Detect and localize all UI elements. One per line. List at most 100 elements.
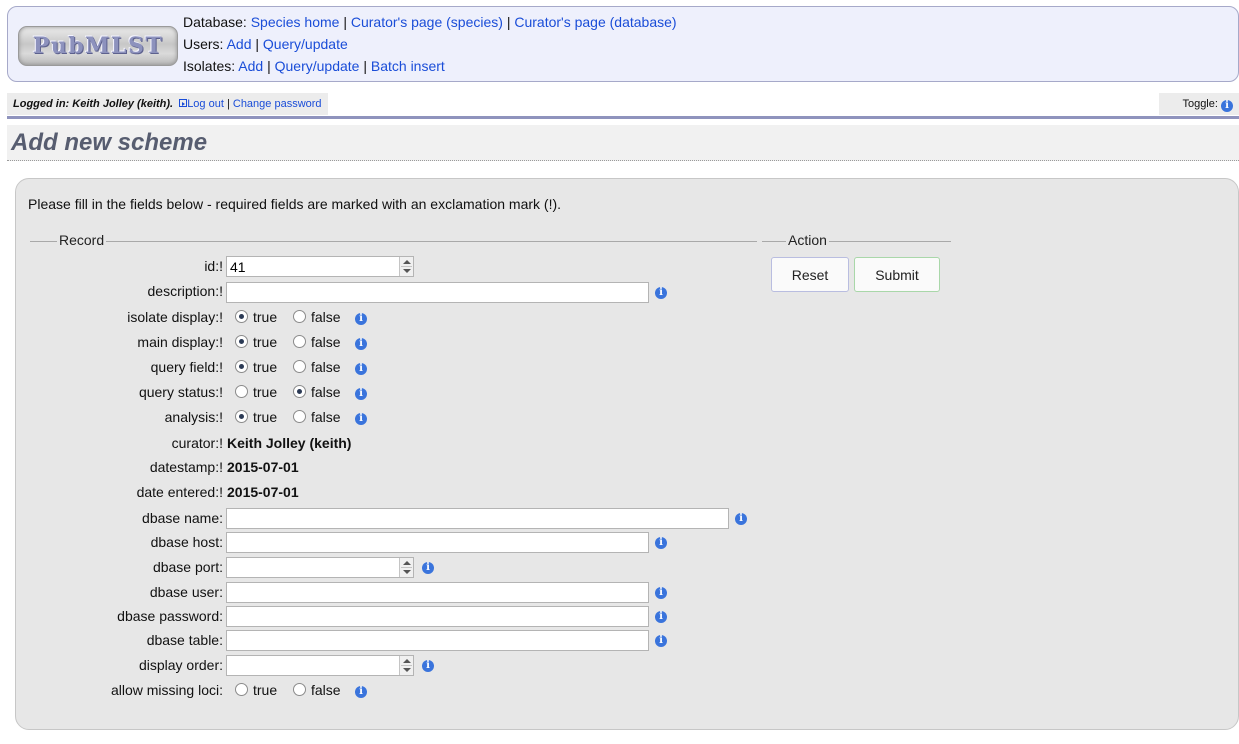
isolate-display-true-radio[interactable] — [235, 310, 248, 323]
divider — [7, 116, 1239, 119]
display-order-field[interactable] — [226, 655, 414, 676]
query-status-label: query status:! — [138, 384, 223, 400]
allow-missing-loci-true-radio[interactable] — [235, 683, 248, 696]
query-field-info-icon[interactable]: i — [355, 363, 367, 375]
toggle-info-icon[interactable]: i — [1221, 100, 1233, 112]
users-query-update-link[interactable]: Query/update — [263, 36, 348, 52]
main-display-info-icon[interactable]: i — [355, 338, 367, 350]
users-add-link[interactable]: Add — [227, 36, 252, 52]
dbase-port-label: dbase port: — [152, 559, 223, 575]
query-field-true-label: true — [253, 359, 278, 375]
query-field-true-radio[interactable] — [235, 360, 248, 373]
pubmlst-logo[interactable]: PubMLST — [18, 26, 178, 66]
display-order-info-icon[interactable]: i — [422, 660, 434, 672]
analysis-false-label: false — [311, 409, 341, 425]
query-field-label: query field:! — [150, 359, 223, 375]
analysis-false-radio[interactable] — [293, 410, 306, 423]
dbase-name-field[interactable] — [226, 508, 729, 529]
main-display-label: main display:! — [137, 334, 223, 350]
dbase-name-label: dbase name: — [142, 510, 223, 526]
isolates-add-link[interactable]: Add — [238, 58, 263, 74]
main-display-false-label: false — [311, 334, 341, 350]
isolates-nav: Isolates: Add | Query/update | Batch ins… — [183, 58, 445, 74]
dbase-host-label: dbase host: — [150, 534, 223, 550]
dbase-table-field[interactable] — [226, 630, 649, 651]
dbase-port-field[interactable] — [226, 557, 414, 578]
record-fieldset-border — [30, 241, 757, 242]
dbase-password-info-icon[interactable]: i — [655, 611, 667, 623]
dbase-host-field[interactable] — [226, 532, 649, 553]
users-nav: Users: Add | Query/update — [183, 36, 348, 52]
query-status-true-label: true — [253, 384, 278, 400]
analysis-true-label: true — [253, 409, 278, 425]
dbase-user-label: dbase user: — [149, 584, 223, 600]
display-order-stepper[interactable] — [399, 656, 413, 675]
dbase-port-stepper[interactable] — [399, 558, 413, 577]
dbase-user-field[interactable] — [226, 582, 649, 603]
curators-page-species-link[interactable]: Curator's page (species) — [351, 14, 503, 30]
description-label: description:! — [147, 283, 223, 299]
id-label: id:! — [204, 258, 223, 274]
description-info-icon[interactable]: i — [655, 287, 667, 299]
query-field-false-radio[interactable] — [293, 360, 306, 373]
isolate-display-label: isolate display:! — [127, 309, 223, 325]
dbase-host-info-icon[interactable]: i — [655, 537, 667, 549]
query-status-false-label: false — [311, 384, 341, 400]
login-bar: Logged in: Keith Jolley (keith). Log out… — [7, 93, 1239, 119]
query-status-false-radio[interactable] — [293, 385, 306, 398]
login-status: Logged in: Keith Jolley (keith). Log out… — [7, 93, 328, 115]
date-entered-label: date entered:! — [136, 484, 223, 500]
curator-value: Keith Jolley (keith) — [227, 435, 352, 451]
main-display-false-radio[interactable] — [293, 335, 306, 348]
logged-in-text: Logged in: Keith Jolley (keith). — [13, 98, 174, 110]
date-entered-value: 2015-07-01 — [227, 484, 299, 500]
description-field[interactable] — [226, 282, 649, 303]
allow-missing-loci-false-radio[interactable] — [293, 683, 306, 696]
dbase-name-info-icon[interactable]: i — [735, 513, 747, 525]
isolate-display-false-label: false — [311, 309, 341, 325]
analysis-label: analysis:! — [164, 409, 223, 425]
dbase-password-label: dbase password: — [117, 608, 223, 624]
change-password-link[interactable]: Change password — [233, 98, 322, 110]
form-instructions: Please fill in the fields below - requir… — [28, 196, 562, 212]
site-header: PubMLST Database: Species home | Curator… — [7, 6, 1239, 82]
id-field[interactable] — [226, 256, 414, 277]
isolates-batch-insert-link[interactable]: Batch insert — [371, 58, 445, 74]
analysis-info-icon[interactable]: i — [355, 413, 367, 425]
allow-missing-loci-label: allow missing loci: — [110, 682, 223, 698]
isolate-display-info-icon[interactable]: i — [355, 313, 367, 325]
toggle-label: Toggle: — [1182, 98, 1218, 110]
isolate-display-false-radio[interactable] — [293, 310, 306, 323]
display-order-label: display order: — [138, 657, 223, 673]
dbase-table-info-icon[interactable]: i — [655, 635, 667, 647]
dbase-table-label: dbase table: — [146, 632, 223, 648]
isolates-query-update-link[interactable]: Query/update — [275, 58, 360, 74]
dbase-port-info-icon[interactable]: i — [422, 562, 434, 574]
main-display-true-radio[interactable] — [235, 335, 248, 348]
query-status-info-icon[interactable]: i — [355, 388, 367, 400]
query-field-false-label: false — [311, 359, 341, 375]
id-stepper[interactable] — [399, 257, 413, 276]
page-title-bar: Add new scheme — [7, 125, 1239, 161]
logout-icon — [179, 99, 188, 107]
allow-missing-loci-info-icon[interactable]: i — [355, 686, 367, 698]
dbase-user-info-icon[interactable]: i — [655, 587, 667, 599]
allow-missing-loci-false-label: false — [311, 682, 341, 698]
datestamp-label: datestamp:! — [149, 459, 223, 475]
datestamp-value: 2015-07-01 — [227, 459, 299, 475]
reset-button[interactable]: Reset — [771, 257, 849, 292]
database-nav: Database: Species home | Curator's page … — [183, 14, 677, 30]
logo-text: PubMLST — [32, 33, 164, 59]
analysis-true-radio[interactable] — [235, 410, 248, 423]
isolate-display-true-label: true — [253, 309, 278, 325]
species-home-link[interactable]: Species home — [251, 14, 340, 30]
logout-link[interactable]: Log out — [187, 98, 224, 110]
main-display-true-label: true — [253, 334, 278, 350]
dbase-password-field[interactable] — [226, 606, 649, 627]
submit-button[interactable]: Submit — [854, 257, 940, 292]
page-title: Add new scheme — [11, 129, 208, 156]
query-status-true-radio[interactable] — [235, 385, 248, 398]
curators-page-database-link[interactable]: Curator's page (database) — [514, 14, 676, 30]
action-legend: Action — [786, 232, 829, 248]
curator-label: curator:! — [171, 435, 223, 451]
